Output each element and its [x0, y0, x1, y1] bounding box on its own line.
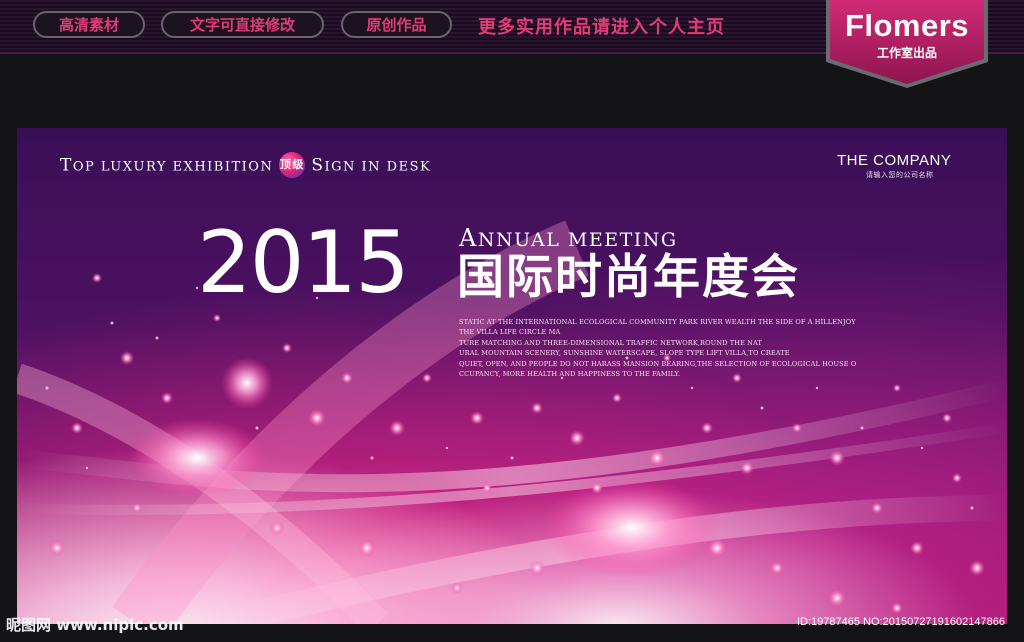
site-watermark: 昵图网 www.nipic.com — [6, 616, 184, 634]
studio-credit: 工作室出品 — [876, 46, 937, 60]
annual-meeting-heading: ANNUAL MEETING — [459, 224, 678, 252]
annual-meeting-poster: TOP LUXURY EXHIBITION 顶级 SIGN IN DESK THE … — [17, 128, 1007, 624]
image-id-watermark: ID:19787465 NO:20150727191602147866 — [797, 616, 1005, 628]
description-line: STATIC AT THE INTERNATIONAL ECOLOGICAL C… — [459, 318, 856, 326]
description-line: THE VILLA LIFE CIRCLE MA — [459, 328, 561, 337]
description-line: QUIET, OPEN, AND PEOPLE DO NOT HARASS MA… — [459, 359, 857, 368]
event-year: 2015 — [197, 213, 410, 313]
homepage-promo-link[interactable]: 更多实用作品请进入个人主页 — [478, 13, 725, 39]
description-line: URAL MOUNTAIN SCENERY, SUNSHINE WATERSCA… — [459, 349, 790, 358]
original-work-tag[interactable]: 原创作品 — [341, 11, 452, 38]
company-name: THE COMPANY — [837, 152, 952, 169]
company-name-hint: 请输入您的公司名称 — [866, 171, 934, 179]
editable-text-tag[interactable]: 文字可直接修改 — [161, 11, 324, 38]
event-title-cn: 国际时尚年度会 — [457, 250, 800, 305]
studio-name: Flomers — [844, 8, 970, 43]
description-line: CCUPANCY, MORE HEALTH AND HAPPINESS TO T… — [459, 370, 681, 379]
description-line: TURE MATCHING AND THREE-DIMENSIONAL TRAF… — [459, 338, 763, 347]
top-level-badge: 顶级 — [279, 152, 306, 178]
event-description: STATIC AT THE INTERNATIONAL ECOLOGICAL C… — [459, 317, 857, 379]
hd-material-tag[interactable]: 高清素材 — [33, 11, 145, 38]
exhibition-tagline: TOP LUXURY EXHIBITION 顶级 SIGN IN DESK — [60, 152, 431, 180]
studio-badge: Flomers 工作室出品 — [826, 0, 988, 88]
